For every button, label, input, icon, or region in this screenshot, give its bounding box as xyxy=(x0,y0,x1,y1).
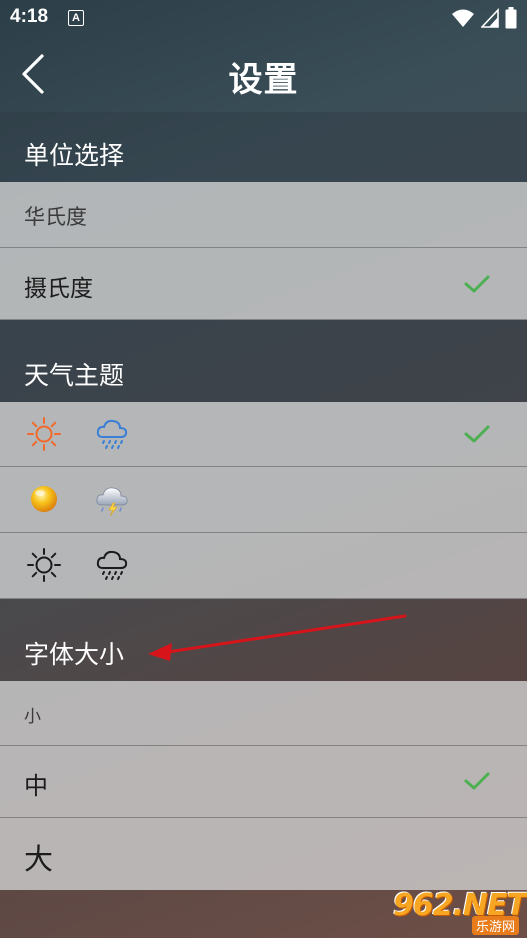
title-bar: 设置 xyxy=(0,36,527,112)
option-label: 摄氏度 xyxy=(24,276,93,302)
status-icons xyxy=(451,7,517,29)
section-title-unit: 单位选择 xyxy=(24,141,125,170)
font-option-large[interactable]: 大 xyxy=(0,818,527,890)
battery-icon xyxy=(505,7,517,29)
check-icon xyxy=(464,772,490,790)
rain-cloud-blue-icon xyxy=(96,419,128,449)
option-label: 华氏度 xyxy=(24,205,87,229)
option-label: 大 xyxy=(24,842,54,876)
section-header-unit: 单位选择 xyxy=(0,112,527,182)
page-title: 设置 xyxy=(228,60,299,100)
section-title-theme: 天气主题 xyxy=(24,361,125,390)
option-label: 小 xyxy=(24,707,41,727)
check-icon xyxy=(464,275,490,293)
section-header-font-size: 字体大小 xyxy=(0,599,527,681)
option-label: 中 xyxy=(24,772,48,800)
font-option-medium[interactable]: 中 xyxy=(0,746,527,818)
check-icon xyxy=(464,425,490,443)
theme-option-1[interactable] xyxy=(0,402,527,467)
cellular-signal-icon xyxy=(481,8,499,28)
notification-a-icon: A xyxy=(68,10,84,26)
rain-cloud-black-icon xyxy=(96,550,128,580)
sun-glossy-icon xyxy=(31,486,57,512)
section-header-theme: 天气主题 xyxy=(0,320,527,402)
status-bar: 4:18 A xyxy=(0,0,527,36)
watermark-logo: 962.NET 乐游网 xyxy=(391,888,527,935)
theme-option-2[interactable] xyxy=(0,467,527,533)
cloud-lightning-glossy-icon xyxy=(96,487,128,517)
sun-outline-orange-icon xyxy=(27,417,61,451)
sun-outline-black-icon xyxy=(27,548,61,582)
unit-option-fahrenheit[interactable]: 华氏度 xyxy=(0,182,527,248)
unit-option-celsius[interactable]: 摄氏度 xyxy=(0,248,527,320)
theme-option-3[interactable] xyxy=(0,533,527,599)
section-title-font-size: 字体大小 xyxy=(24,640,125,669)
status-time: 4:18 xyxy=(10,6,49,27)
wifi-icon xyxy=(452,9,474,27)
font-option-small[interactable]: 小 xyxy=(0,681,527,746)
watermark-subtitle: 乐游网 xyxy=(471,916,519,935)
